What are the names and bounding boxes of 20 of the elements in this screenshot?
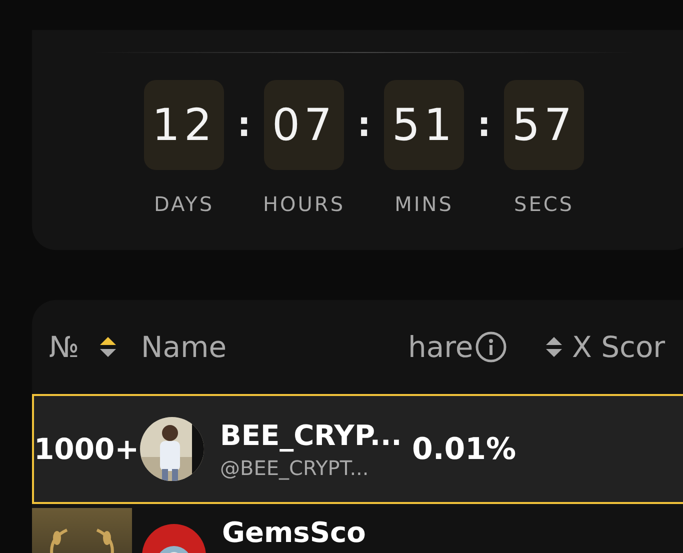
countdown-label: DAYS <box>154 192 214 216</box>
countdown-value: 57 <box>504 80 584 170</box>
countdown-value: 51 <box>384 80 464 170</box>
countdown-label: HOURS <box>263 192 346 216</box>
user-name: BEE_CRYP... <box>220 418 400 452</box>
user-name: GemsSco <box>222 516 367 549</box>
countdown-label: MINS <box>394 192 454 216</box>
separator: : <box>356 104 372 147</box>
user-handle: @BEE_CRYPT... <box>220 456 370 480</box>
countdown-value: 07 <box>264 80 344 170</box>
share-value: 0.01% <box>412 432 516 466</box>
separator: : <box>236 104 252 147</box>
column-header[interactable]: Name <box>141 330 227 364</box>
column-header[interactable]: X Scor <box>572 330 666 364</box>
countdown-label: SECS <box>514 192 574 216</box>
countdown-value: 12 <box>144 80 224 170</box>
separator: : <box>476 104 492 147</box>
column-header[interactable]: № <box>49 330 80 364</box>
column-header[interactable]: hare <box>408 330 474 364</box>
rank-number: 1000+ <box>34 432 136 466</box>
